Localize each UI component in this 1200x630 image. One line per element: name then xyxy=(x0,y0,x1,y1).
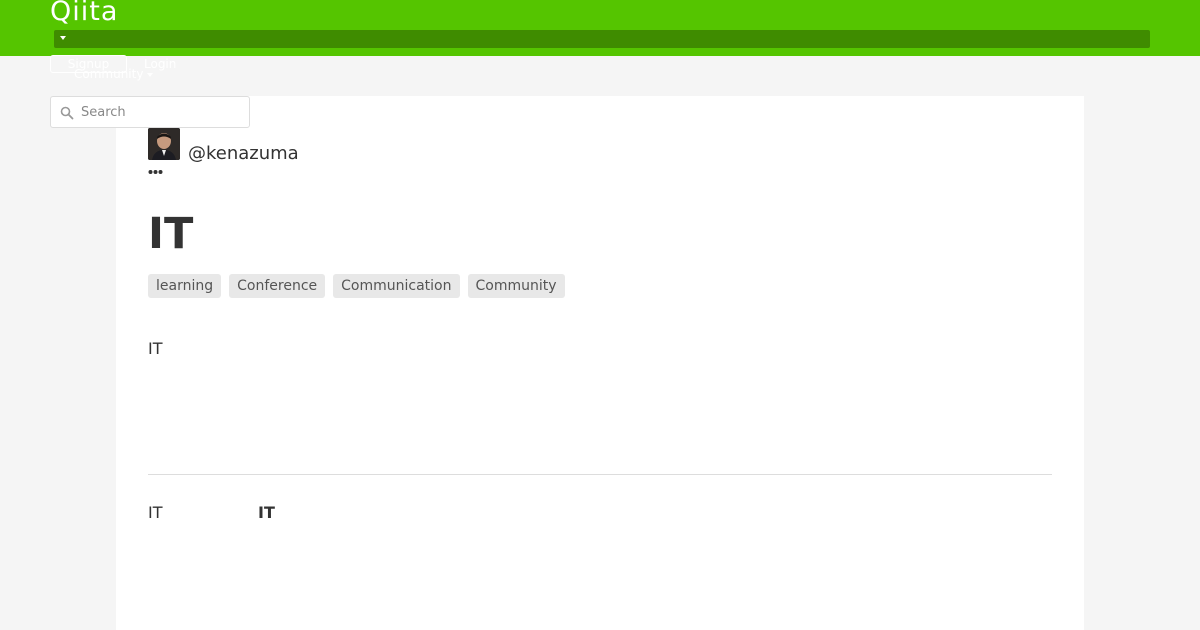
search-icon xyxy=(60,106,74,120)
tag-communication[interactable]: Communication xyxy=(333,274,460,298)
article-body: IT xyxy=(148,339,163,358)
community-menu[interactable]: Community xyxy=(74,66,154,82)
chevron-down-icon xyxy=(147,72,154,77)
nav-bar xyxy=(54,30,1150,48)
footer-text-right: IT xyxy=(258,503,275,522)
site-header: Qiita xyxy=(0,0,1200,56)
caret-down-icon[interactable] xyxy=(60,36,66,40)
avatar-image xyxy=(148,128,180,160)
tag-list: learning Conference Communication Commun… xyxy=(148,274,565,298)
article-card xyxy=(116,96,1084,630)
search-box[interactable] xyxy=(50,96,250,128)
more-options-icon[interactable] xyxy=(148,168,164,176)
author-username[interactable]: @kenazuma xyxy=(188,143,299,165)
tag-community[interactable]: Community xyxy=(467,274,565,298)
tag-conference[interactable]: Conference xyxy=(229,274,326,298)
article-title: IT xyxy=(148,209,194,259)
community-menu-label: Community xyxy=(74,67,144,81)
divider xyxy=(148,474,1052,475)
search-input[interactable] xyxy=(81,97,247,127)
avatar[interactable] xyxy=(148,128,180,160)
footer-text-left: IT xyxy=(148,503,163,522)
qiita-logo[interactable]: Qiita xyxy=(50,0,118,30)
tag-learning[interactable]: learning xyxy=(148,274,222,298)
